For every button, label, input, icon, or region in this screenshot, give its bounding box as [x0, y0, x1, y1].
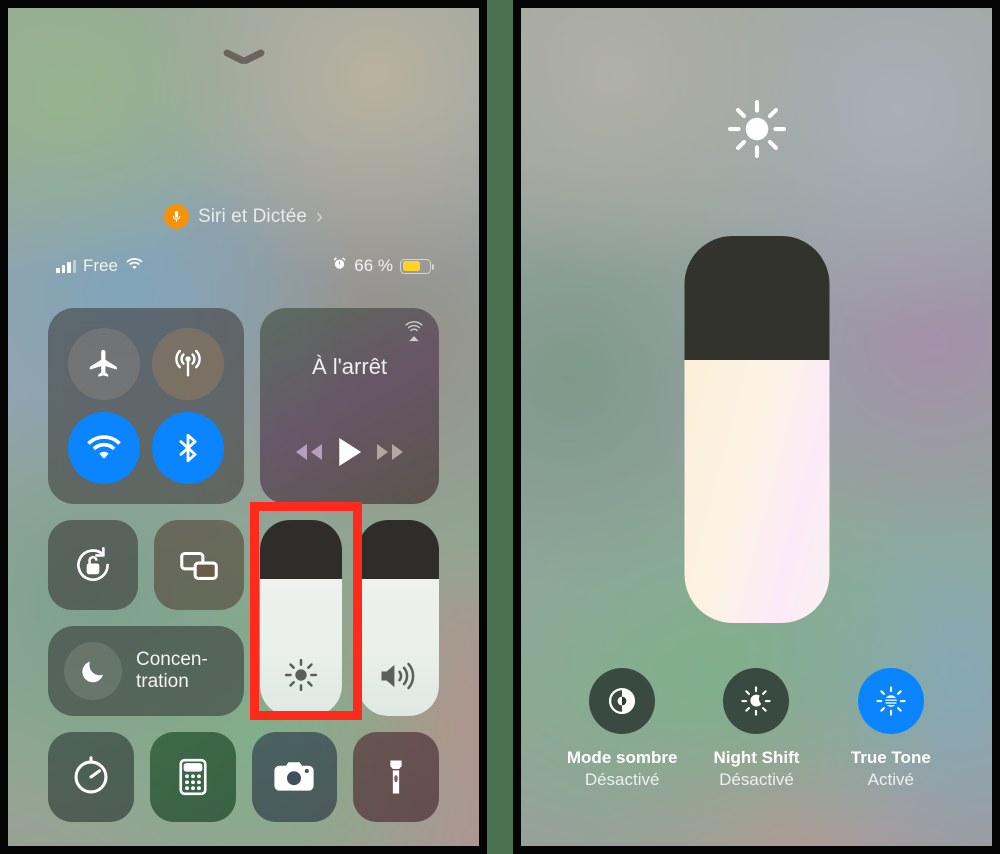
- dark-mode-option[interactable]: Mode sombre Désactivé: [557, 668, 687, 790]
- dark-mode-label: Mode sombre: [566, 748, 678, 767]
- true-tone-state: Activé: [867, 770, 914, 789]
- microphone-icon: [163, 204, 189, 229]
- display-options-row: Mode sombre Désactivé Night Shift Désact…: [521, 668, 992, 790]
- media-controls: [260, 435, 439, 474]
- media-title: À l'arrêt: [311, 354, 388, 379]
- focus-mode-label: Concen- tration: [136, 649, 208, 693]
- siri-shortcut-row[interactable]: Siri et Dictée ›: [8, 204, 479, 229]
- speaker-waves-icon: [358, 658, 440, 694]
- expanded-brightness-slider[interactable]: [684, 236, 829, 623]
- left-toggle-column: Concen- tration: [48, 520, 244, 716]
- focus-label-line1: Concen-: [136, 649, 208, 671]
- airplane-mode-button[interactable]: [68, 328, 140, 400]
- airplay-icon[interactable]: [403, 321, 425, 348]
- moon-icon: [64, 642, 122, 700]
- toggles-and-sliders-row: Concen- tration: [48, 520, 439, 716]
- control-center-grid: À l'arrêt Concen- tration: [48, 308, 439, 822]
- status-bar: Free 66 %: [8, 254, 479, 278]
- display-settings-panel-right: Mode sombre Désactivé Night Shift Désact…: [513, 0, 1000, 854]
- screen-mirroring-button[interactable]: [154, 520, 244, 610]
- media-playback-module[interactable]: À l'arrêt: [260, 308, 439, 504]
- chevron-right-icon: ›: [316, 205, 324, 228]
- wifi-icon: [125, 256, 144, 276]
- camera-button[interactable]: [251, 732, 338, 822]
- screenshot-root: Siri et Dictée › Free 66 % À l'arrêt Con…: [0, 0, 1000, 854]
- flashlight-button[interactable]: [353, 732, 439, 822]
- calculator-button[interactable]: [149, 732, 236, 822]
- bluetooth-button[interactable]: [152, 412, 224, 484]
- control-center-panel-left: Siri et Dictée › Free 66 % À l'arrêt Con…: [0, 0, 487, 854]
- true-tone-label: True Tone: [850, 748, 931, 767]
- rotation-lock-button[interactable]: [48, 520, 138, 610]
- chevron-down-grabber-icon[interactable]: [224, 46, 264, 64]
- connectivity-module: [48, 308, 244, 504]
- battery-icon: [400, 258, 435, 274]
- true-tone-option[interactable]: True Tone Activé: [826, 668, 956, 790]
- sun-icon: [724, 96, 790, 167]
- alarm-clock-icon: [332, 256, 347, 276]
- play-icon[interactable]: [334, 435, 364, 474]
- night-shift-label: Night Shift: [713, 748, 800, 767]
- top-modules-row: À l'arrêt: [48, 308, 439, 504]
- carrier-label: Free: [83, 256, 118, 275]
- focus-mode-button[interactable]: Concen- tration: [48, 626, 244, 716]
- rewind-icon[interactable]: [291, 440, 325, 469]
- night-shift-option[interactable]: Night Shift Désactivé: [691, 668, 821, 790]
- timer-button[interactable]: [48, 732, 134, 822]
- true-tone-icon: [857, 668, 924, 734]
- shortcuts-row: [48, 732, 439, 822]
- volume-slider[interactable]: [357, 520, 440, 716]
- siri-label: Siri et Dictée: [197, 205, 308, 227]
- battery-percent-label: 66 %: [354, 256, 393, 275]
- night-shift-icon: [723, 668, 790, 734]
- fast-forward-icon[interactable]: [374, 440, 408, 469]
- dark-mode-state: Désactivé: [584, 770, 660, 789]
- dark-mode-icon: [589, 668, 656, 734]
- sun-icon: [260, 656, 342, 694]
- night-shift-state: Désactivé: [719, 770, 794, 789]
- cellular-data-button[interactable]: [152, 328, 224, 400]
- cellular-bars-icon: [56, 259, 76, 273]
- wifi-button[interactable]: [68, 412, 140, 484]
- focus-label-line2: tration: [136, 671, 189, 692]
- brightness-slider[interactable]: [260, 520, 342, 716]
